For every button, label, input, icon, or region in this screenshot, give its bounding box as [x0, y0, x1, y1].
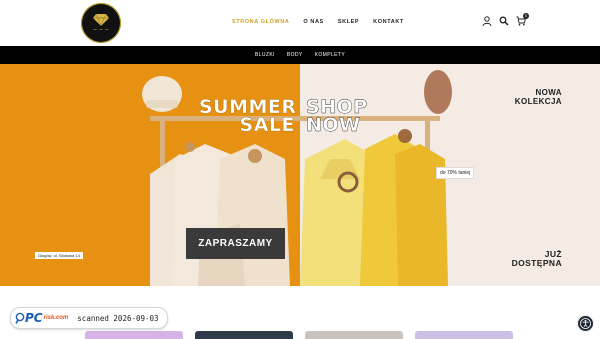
pcrisk-risk: risk.com — [43, 315, 69, 321]
store-address: Głogów, ul. Słodowa 14 — [35, 252, 83, 259]
category-komplety[interactable]: KOMPLETY — [315, 52, 345, 58]
headline-summer-sale: SUMMER SALE — [199, 97, 296, 136]
logo-script: ~ ~ ~ — [93, 26, 109, 33]
accessibility-icon — [580, 318, 591, 329]
magnifier-icon — [15, 312, 25, 324]
cart-count-badge: 0 — [523, 13, 529, 19]
user-icon[interactable] — [482, 16, 492, 26]
store-logo[interactable]: ~ ~ ~ — [81, 3, 121, 43]
main-nav: STRONA GŁÓWNA O NAS SKLEP KONTAKT — [232, 18, 418, 26]
header-icons: 0 — [482, 13, 529, 26]
site-header: ~ ~ ~ STRONA GŁÓWNA O NAS SKLEP KONTAKT … — [0, 0, 600, 46]
pcrisk-logo: PC risk.com — [15, 311, 68, 325]
nav-home[interactable]: STRONA GŁÓWNA — [232, 18, 289, 26]
discount-label: do 70% taniej — [436, 167, 475, 179]
pcrisk-watermark: PC risk.com scanned 2026-09-03 — [10, 307, 168, 329]
zapraszamy-button[interactable]: ZAPRASZAMY — [186, 228, 285, 259]
text-line: NOWA — [535, 88, 562, 97]
available-text: JUŻ DOSTĘPNA — [500, 250, 562, 268]
text-line: DOSTĘPNA — [511, 258, 562, 268]
accessibility-button[interactable] — [577, 315, 594, 332]
search-icon[interactable] — [499, 16, 509, 26]
pcrisk-pc: PC — [25, 311, 43, 325]
category-body[interactable]: BODY — [287, 52, 303, 58]
cart-button[interactable]: 0 — [516, 13, 529, 26]
nav-shop[interactable]: SKLEP — [338, 18, 359, 26]
scan-date: scanned 2026-09-03 — [77, 313, 159, 323]
category-nav: BLUZKI BODY KOMPLETY — [0, 46, 600, 64]
nav-contact[interactable]: KONTAKT — [373, 18, 404, 26]
new-collection-text: NOWA KOLEKCJA — [500, 88, 562, 106]
hero-banner: SUMMER SALE SHOP NOW NOWA KOLEKCJA JUŻ D… — [0, 64, 600, 286]
category-bluzki[interactable]: BLUZKI — [255, 52, 275, 58]
nav-about[interactable]: O NAS — [303, 18, 323, 26]
text-line: KOLEKCJA — [514, 97, 562, 106]
headline-line: SALE — [239, 114, 295, 136]
diamond-icon — [93, 13, 109, 26]
headline-shop-now: SHOP NOW — [306, 97, 368, 136]
headline-line: NOW — [306, 114, 361, 136]
